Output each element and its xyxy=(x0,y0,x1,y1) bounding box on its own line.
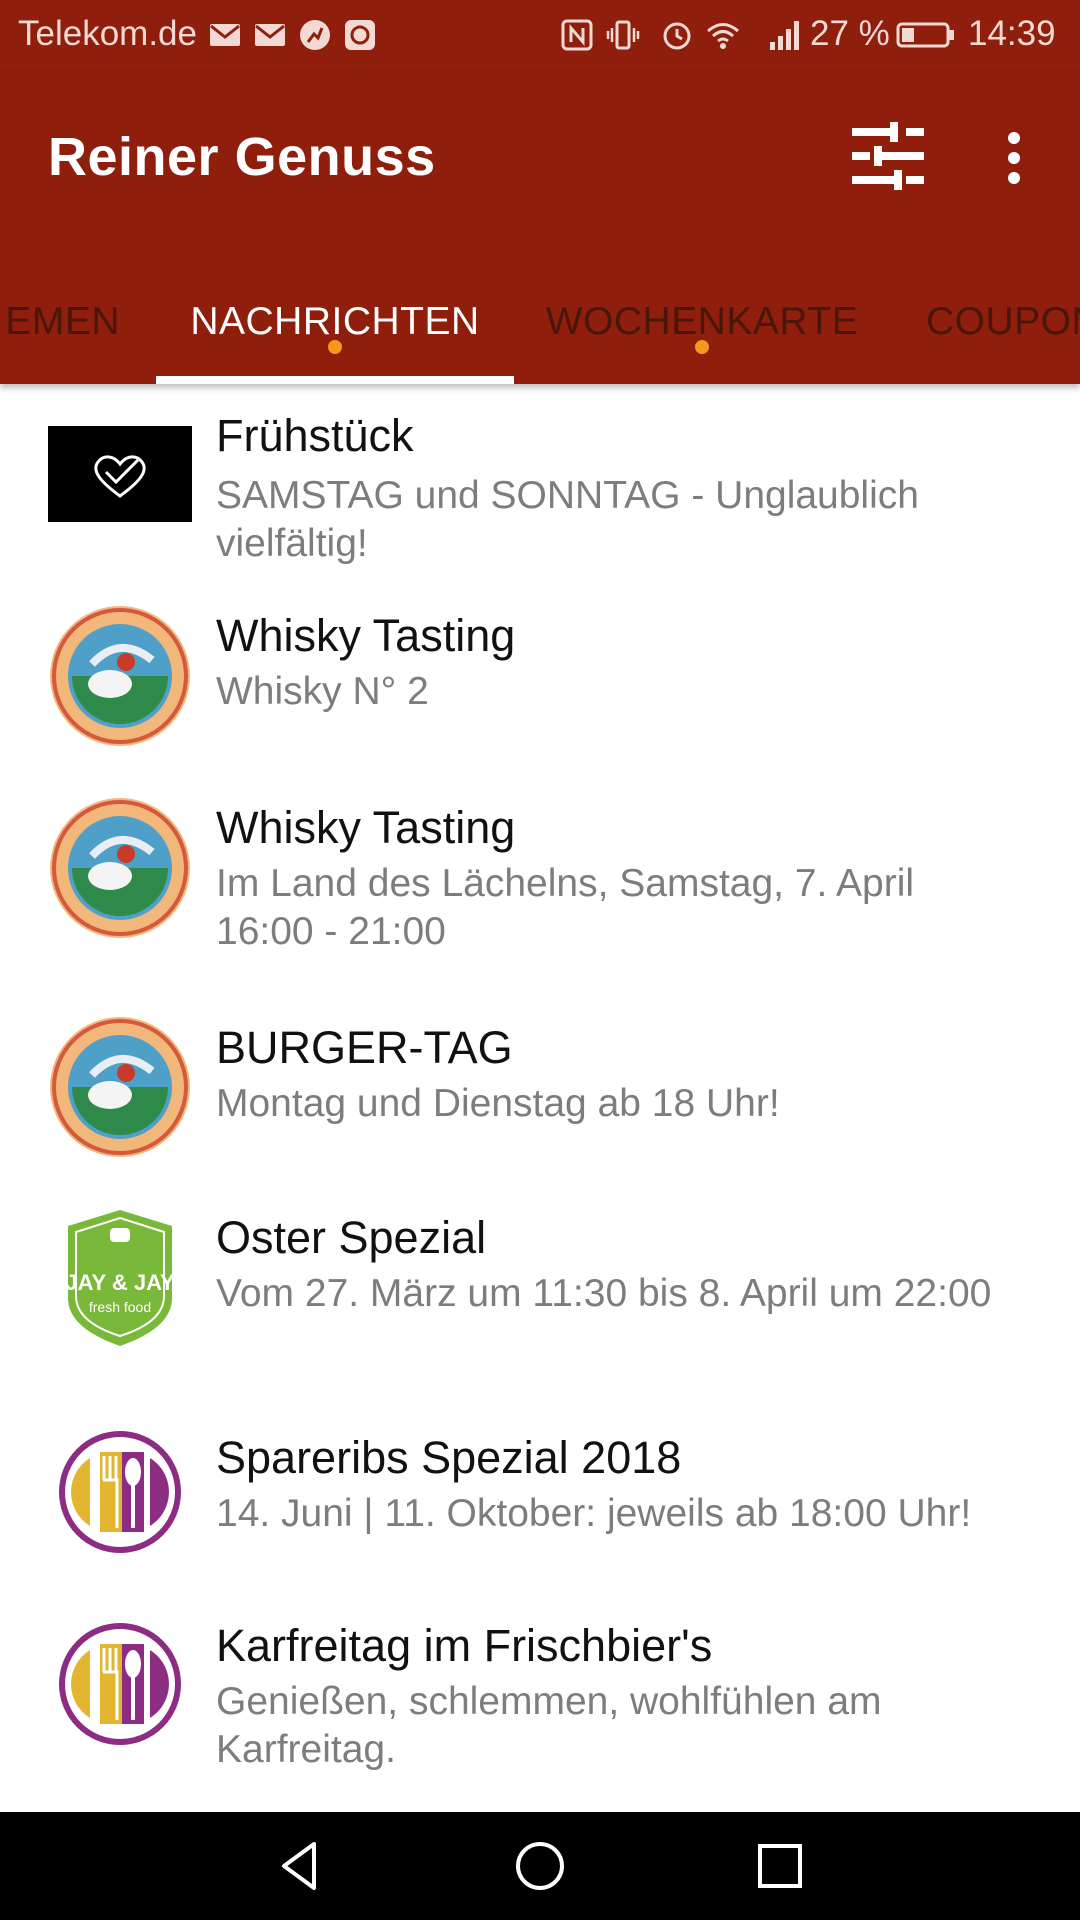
zur-wilden-ente-logo xyxy=(50,1017,190,1157)
svg-text:JAY & JAY: JAY & JAY xyxy=(65,1270,175,1295)
tab-indicator xyxy=(156,376,514,384)
item-subtitle: Montag und Dienstag ab 18 Uhr! xyxy=(216,1082,780,1125)
tab-label: COUPON xyxy=(926,300,1080,343)
app-icon xyxy=(345,20,375,50)
list-item[interactable]: Whisky Tasting Whisky N° 2 xyxy=(0,600,1080,776)
item-subtitle: Vom 27. März um 11:30 bis 8. April um 22… xyxy=(216,1272,992,1315)
vibrate-icon xyxy=(606,20,640,50)
jay-and-jay-logo: JAY & JAY fresh food xyxy=(65,1210,175,1346)
badge-dot xyxy=(328,340,342,354)
tab-bar: EMEN NACHRICHTEN WOCHENKARTE COUPON xyxy=(0,272,1080,384)
item-title: Whisky Tasting xyxy=(216,610,516,661)
item-title: Karfreitag im Frischbier's xyxy=(216,1620,713,1671)
tab-label: WOCHENKARTE xyxy=(545,300,859,343)
app-bar: Reiner Genuss EMEN NACHRICHTEN WOCHENKAR… xyxy=(0,72,1080,384)
item-subtitle: 14. Juni | 11. Oktober: jeweils ab 18:00… xyxy=(216,1492,972,1535)
list-item[interactable]: JAY & JAY fresh food Oster Spezial Vom 2… xyxy=(0,1204,1080,1404)
item-subtitle: SAMSTAG und SONNTAG - Unglaublich vielfä… xyxy=(216,474,919,565)
carrier-name: Telekom.de xyxy=(18,14,197,53)
zur-wilden-ente-logo xyxy=(50,798,190,938)
sport-app-icon xyxy=(300,20,330,50)
recents-icon[interactable] xyxy=(750,1836,810,1896)
battery-icon xyxy=(896,22,954,48)
tab-nachrichten[interactable]: NACHRICHTEN xyxy=(156,272,514,384)
signal-icon xyxy=(770,21,799,50)
app-title: Reiner Genuss xyxy=(48,127,436,187)
item-title: Frühstück xyxy=(216,410,414,461)
status-bar: Telekom.de 27 % 14:39 xyxy=(0,0,1080,72)
list-item[interactable]: Karfreitag im Frischbier's Genießen, sch… xyxy=(0,1614,1080,1812)
item-subtitle: Im Land des Lächelns, Samstag, 7. April … xyxy=(216,862,915,953)
mail-icon xyxy=(255,24,285,46)
system-nav-bar xyxy=(0,1812,1080,1920)
alarm-icon xyxy=(663,22,691,50)
item-title: Spareribs Spezial 2018 xyxy=(216,1432,682,1483)
back-icon[interactable] xyxy=(270,1836,330,1896)
zur-wilden-ente-logo xyxy=(50,606,190,746)
item-subtitle: Genießen, schlemmen, wohlfühlen am Karfr… xyxy=(216,1680,882,1771)
tab-coupons[interactable]: COUPON xyxy=(926,272,1080,384)
item-subtitle: Whisky N° 2 xyxy=(216,670,429,713)
tab-themen[interactable]: EMEN xyxy=(0,272,150,384)
heart-logo xyxy=(48,426,192,522)
list-item[interactable]: Frühstück SAMSTAG und SONNTAG - Unglaubl… xyxy=(0,384,1080,580)
clock: 14:39 xyxy=(968,14,1056,53)
more-vert-icon[interactable] xyxy=(990,128,1038,188)
tab-label: NACHRICHTEN xyxy=(190,300,480,343)
filter-icon[interactable] xyxy=(848,116,928,196)
fork-spoon-knife-logo xyxy=(59,1431,181,1553)
battery-percent: 27 % xyxy=(810,14,890,53)
item-title: Whisky Tasting xyxy=(216,802,516,853)
tab-wochenkarte[interactable]: WOCHENKARTE xyxy=(530,272,874,384)
home-icon[interactable] xyxy=(510,1836,570,1896)
item-title: BURGER-TAG xyxy=(216,1022,513,1073)
svg-text:fresh food: fresh food xyxy=(89,1299,151,1315)
fork-spoon-knife-logo xyxy=(59,1623,181,1745)
news-list: Frühstück SAMSTAG und SONNTAG - Unglaubl… xyxy=(0,384,1080,1812)
list-item[interactable]: Spareribs Spezial 2018 14. Juni | 11. Ok… xyxy=(0,1422,1080,1598)
tab-label: EMEN xyxy=(5,300,120,343)
badge-dot xyxy=(695,340,709,354)
wifi-icon xyxy=(707,23,739,49)
list-item[interactable]: BURGER-TAG Montag und Dienstag ab 18 Uhr… xyxy=(0,1012,1080,1188)
item-title: Oster Spezial xyxy=(216,1212,487,1263)
list-item[interactable]: Whisky Tasting Im Land des Lächelns, Sam… xyxy=(0,794,1080,994)
nfc-icon xyxy=(561,19,593,51)
mail-icon xyxy=(210,24,240,46)
